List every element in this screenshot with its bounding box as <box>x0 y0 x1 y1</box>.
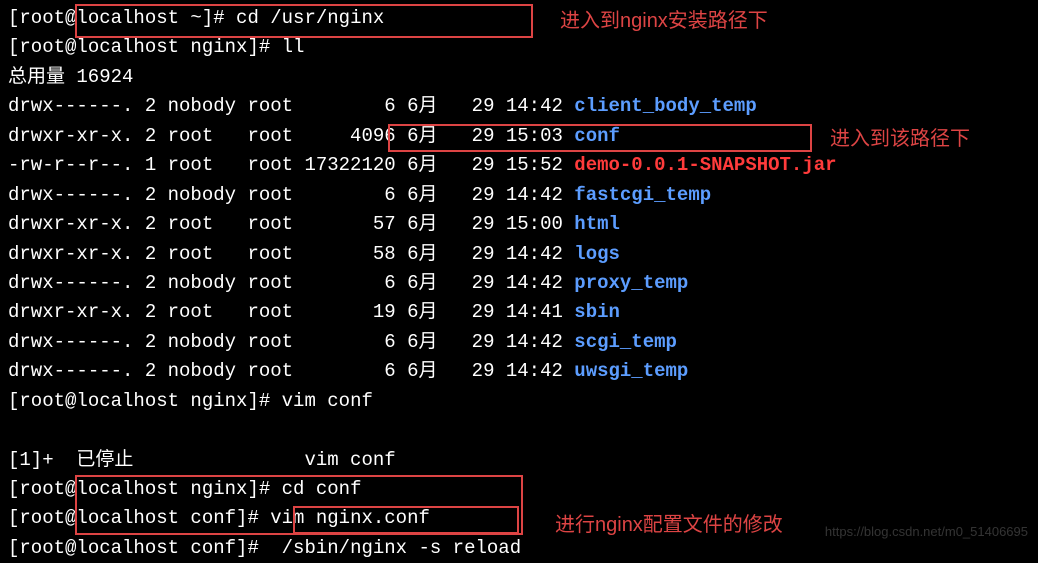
prompt: [root@localhost nginx]# <box>8 478 282 500</box>
annotation-2: 进入到该路径下 <box>830 124 970 155</box>
line-total: 总用量 16924 <box>8 63 1030 92</box>
ls-row: -rw-r--r--. 1 root root 17322120 6月 29 1… <box>8 151 1030 180</box>
ls-row: drwxr-xr-x. 2 root root 19 6月 29 14:41 s… <box>8 298 1030 327</box>
ls-row: drwx------. 2 nobody root 6 6月 29 14:42 … <box>8 328 1030 357</box>
cmd-vim-conf[interactable]: vim conf <box>282 390 373 412</box>
file-uwsgi_temp: uwsgi_temp <box>574 360 688 382</box>
watermark: https://blog.csdn.net/m0_51406695 <box>825 522 1028 542</box>
prompt: [root@localhost nginx]# <box>8 36 282 58</box>
file-conf: conf <box>574 125 620 147</box>
line-cd-nginx: [root@localhost ~]# cd /usr/nginx <box>8 4 1030 33</box>
ls-row: drwxr-xr-x. 2 root root 58 6月 29 14:42 l… <box>8 240 1030 269</box>
file-html: html <box>574 213 620 235</box>
file-sbin: sbin <box>574 301 620 323</box>
terminal-output: [root@localhost ~]# cd /usr/nginx[root@l… <box>8 4 1030 563</box>
prompt: [root@localhost conf]# <box>8 507 270 529</box>
file-proxy_temp: proxy_temp <box>574 272 688 294</box>
cmd-cd-conf[interactable]: cd conf <box>282 478 362 500</box>
ls-row: drwxr-xr-x. 2 root root 57 6月 29 15:00 h… <box>8 210 1030 239</box>
ls-row: drwx------. 2 nobody root 6 6月 29 14:42 … <box>8 269 1030 298</box>
ls-row: drwx------. 2 nobody root 6 6月 29 14:42 … <box>8 92 1030 121</box>
file-demo-0.0.1-SNAPSHOT.jar: demo-0.0.1-SNAPSHOT.jar <box>574 154 836 176</box>
line-vim-conf: [root@localhost nginx]# vim conf <box>8 387 1030 416</box>
line-cd-conf: [root@localhost nginx]# cd conf <box>8 475 1030 504</box>
ls-row: drwx------. 2 nobody root 6 6月 29 14:42 … <box>8 181 1030 210</box>
line-job: [1]+ 已停止 vim conf <box>8 446 1030 475</box>
ls-row: drwx------. 2 nobody root 6 6月 29 14:42 … <box>8 357 1030 386</box>
prompt: [root@localhost ~]# <box>8 7 236 29</box>
file-scgi_temp: scgi_temp <box>574 331 677 353</box>
line-blank <box>8 416 1030 445</box>
cmd-vim-nginxconf[interactable]: vim nginx.conf <box>270 507 430 529</box>
file-fastcgi_temp: fastcgi_temp <box>574 184 711 206</box>
cmd-cd[interactable]: cd /usr/nginx <box>236 7 384 29</box>
cmd-ll[interactable]: ll <box>282 36 305 58</box>
file-client_body_temp: client_body_temp <box>574 95 756 117</box>
total-line: 总用量 16924 <box>8 66 133 88</box>
annotation-1: 进入到nginx安装路径下 <box>560 6 768 37</box>
annotation-3: 进行nginx配置文件的修改 <box>555 510 783 541</box>
prompt: [root@localhost nginx]# <box>8 390 282 412</box>
blank-line <box>8 419 19 441</box>
file-logs: logs <box>574 243 620 265</box>
line-ll: [root@localhost nginx]# ll <box>8 33 1030 62</box>
job-stopped: [1]+ 已停止 vim conf <box>8 449 396 471</box>
